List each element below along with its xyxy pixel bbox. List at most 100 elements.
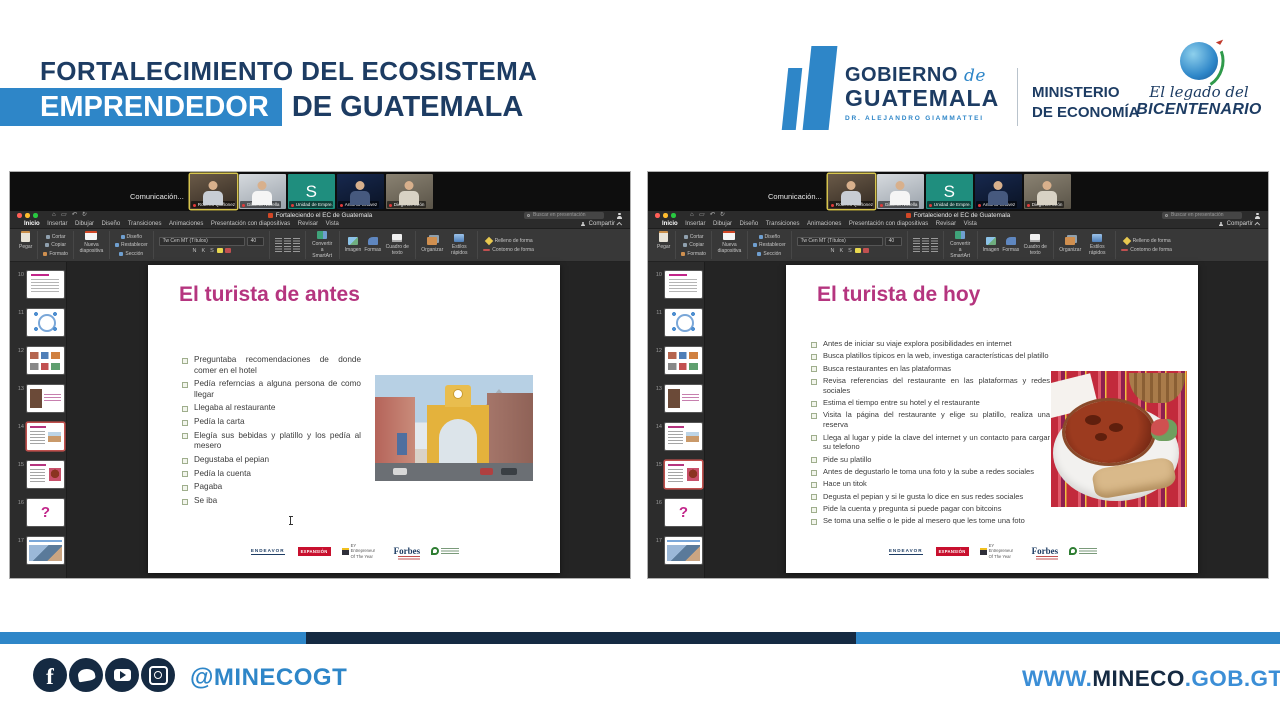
- line-spacing-button[interactable]: [293, 246, 300, 252]
- menu-tab[interactable]: Dibujar: [713, 221, 732, 227]
- cut-button[interactable]: Cortar: [684, 234, 704, 240]
- slide-thumbnail-panel[interactable]: 10 11 12 13: [648, 262, 705, 578]
- section-button[interactable]: Sección: [119, 251, 143, 257]
- paste-button[interactable]: Pegar: [14, 231, 38, 259]
- account-user-icon[interactable]: [616, 213, 622, 219]
- font-format-button[interactable]: S: [209, 248, 215, 254]
- slide-hoy[interactable]: El turista de hoy Antes de iniciar su vi…: [786, 265, 1198, 573]
- slide-thumbnail[interactable]: 12: [648, 347, 704, 374]
- reset-button[interactable]: Restablecer: [753, 242, 786, 248]
- font-color-icon[interactable]: [225, 248, 231, 253]
- bullets-button[interactable]: [275, 246, 282, 252]
- insert-shapes-button[interactable]: Formas: [1002, 237, 1019, 253]
- slide-thumbnail[interactable]: 17: [10, 537, 66, 564]
- menu-tab[interactable]: Dibujar: [75, 221, 94, 227]
- line-spacing-button[interactable]: [931, 246, 938, 252]
- menu-tab[interactable]: Revisar: [936, 221, 956, 227]
- participant-tile[interactable]: Antonio Chávez: [975, 174, 1022, 209]
- numbering-button[interactable]: [922, 246, 929, 252]
- slide-thumbnail[interactable]: 17: [648, 537, 704, 564]
- shape-outline-button[interactable]: Contorno de forma: [1121, 247, 1172, 253]
- align-center-button[interactable]: [284, 238, 291, 244]
- slide-thumbnail[interactable]: 15: [10, 461, 66, 488]
- arrange-button[interactable]: Organizar: [421, 237, 443, 253]
- align-left-button[interactable]: [275, 238, 282, 244]
- font-format-button[interactable]: K: [200, 248, 206, 254]
- new-slide-button[interactable]: Nueva diapositiva: [712, 231, 748, 259]
- section-button[interactable]: Sección: [757, 251, 781, 257]
- menu-tab[interactable]: Inicio: [662, 221, 678, 227]
- slide-thumbnail[interactable]: 12: [10, 347, 66, 374]
- font-color-icon[interactable]: [863, 248, 869, 253]
- collapse-ribbon-icon[interactable]: [616, 222, 622, 228]
- slide-thumbnail[interactable]: 11: [648, 309, 704, 336]
- smartart-button[interactable]: Convertir a SmartArt: [306, 231, 340, 259]
- facebook-icon[interactable]: [33, 658, 67, 692]
- layout-button[interactable]: Diseño: [121, 234, 143, 240]
- slide-thumbnail[interactable]: 16 ?: [648, 499, 704, 526]
- menu-tab[interactable]: Presentación con diapositivas: [849, 221, 928, 227]
- menu-tab[interactable]: Diseño: [740, 221, 759, 227]
- shape-fill-button[interactable]: Relleno de forma: [1123, 237, 1171, 245]
- copy-button[interactable]: Copiar: [45, 242, 66, 248]
- participant-tile[interactable]: Roberto Quiñonez: [190, 174, 237, 209]
- menu-tab[interactable]: Animaciones: [169, 221, 203, 227]
- insert-picture-button[interactable]: Imagen: [983, 237, 1000, 253]
- insert-picture-button[interactable]: Imagen: [345, 237, 362, 253]
- font-format-button[interactable]: K: [838, 248, 844, 254]
- font-format-button[interactable]: N: [829, 248, 835, 254]
- participant-tile[interactable]: Comunicación...: [128, 174, 188, 209]
- slide-thumbnail-panel[interactable]: 10 11 12 13: [10, 262, 67, 578]
- shape-outline-button[interactable]: Contorno de forma: [483, 247, 534, 253]
- twitter-icon[interactable]: [69, 658, 103, 692]
- insert-textbox-button[interactable]: Cuadro de texto: [1022, 234, 1048, 256]
- collapse-ribbon-icon[interactable]: [1254, 222, 1260, 228]
- participant-tile[interactable]: Diego De León: [386, 174, 433, 209]
- share-button[interactable]: Compartir: [1219, 221, 1260, 227]
- font-size-select[interactable]: 40: [247, 237, 264, 246]
- insert-textbox-button[interactable]: Cuadro de texto: [384, 234, 410, 256]
- slide-thumbnail[interactable]: 15: [648, 461, 704, 488]
- menu-tab[interactable]: Revisar: [298, 221, 318, 227]
- slide-thumbnail[interactable]: 14: [648, 423, 704, 450]
- copy-button[interactable]: Copiar: [683, 242, 704, 248]
- slide-thumbnail[interactable]: 11: [10, 309, 66, 336]
- menu-tab[interactable]: Diseño: [102, 221, 121, 227]
- search-input[interactable]: Buscar en presentación: [524, 212, 604, 219]
- menu-tab[interactable]: Presentación con diapositivas: [211, 221, 290, 227]
- layout-button[interactable]: Diseño: [759, 234, 781, 240]
- slide-thumbnail[interactable]: 10: [648, 271, 704, 298]
- font-name-select[interactable]: Tw Cen MT (Títulos): [797, 237, 883, 246]
- participant-tile[interactable]: S Unidad de Empre..: [288, 174, 335, 209]
- smartart-button[interactable]: Convertir a SmartArt: [944, 231, 978, 259]
- align-left-button[interactable]: [913, 238, 920, 244]
- participant-tile[interactable]: Roberto Quiñonez: [828, 174, 875, 209]
- participant-tile[interactable]: Diego De León: [1024, 174, 1071, 209]
- slide-thumbnail[interactable]: 10: [10, 271, 66, 298]
- participant-tile[interactable]: Comunicación...: [766, 174, 826, 209]
- menu-tab[interactable]: Animaciones: [807, 221, 841, 227]
- slide-thumbnail[interactable]: 16 ?: [10, 499, 66, 526]
- slide-antes[interactable]: El turista de antes Preguntaba recomenda…: [148, 265, 560, 573]
- format-painter-button[interactable]: Formato: [43, 251, 68, 257]
- menu-tab[interactable]: Vista: [964, 221, 977, 227]
- menu-tab[interactable]: Vista: [326, 221, 339, 227]
- highlight-color-icon[interactable]: [217, 248, 223, 253]
- reset-button[interactable]: Restablecer: [115, 242, 148, 248]
- youtube-icon[interactable]: [105, 658, 139, 692]
- font-size-select[interactable]: 40: [885, 237, 902, 246]
- menu-tab[interactable]: Transiciones: [766, 221, 800, 227]
- menu-tab[interactable]: Insertar: [685, 221, 705, 227]
- paste-button[interactable]: Pegar: [652, 231, 676, 259]
- menu-tab[interactable]: Insertar: [47, 221, 67, 227]
- insert-shapes-button[interactable]: Formas: [364, 237, 381, 253]
- font-name-select[interactable]: Tw Cen MT (Títulos): [159, 237, 245, 246]
- instagram-icon[interactable]: [141, 658, 175, 692]
- slide-thumbnail[interactable]: 13: [648, 385, 704, 412]
- cut-button[interactable]: Cortar: [46, 234, 66, 240]
- align-right-button[interactable]: [931, 238, 938, 244]
- new-slide-button[interactable]: Nueva diapositiva: [74, 231, 110, 259]
- font-format-button[interactable]: N: [191, 248, 197, 254]
- share-button[interactable]: Compartir: [581, 221, 622, 227]
- bullets-button[interactable]: [913, 246, 920, 252]
